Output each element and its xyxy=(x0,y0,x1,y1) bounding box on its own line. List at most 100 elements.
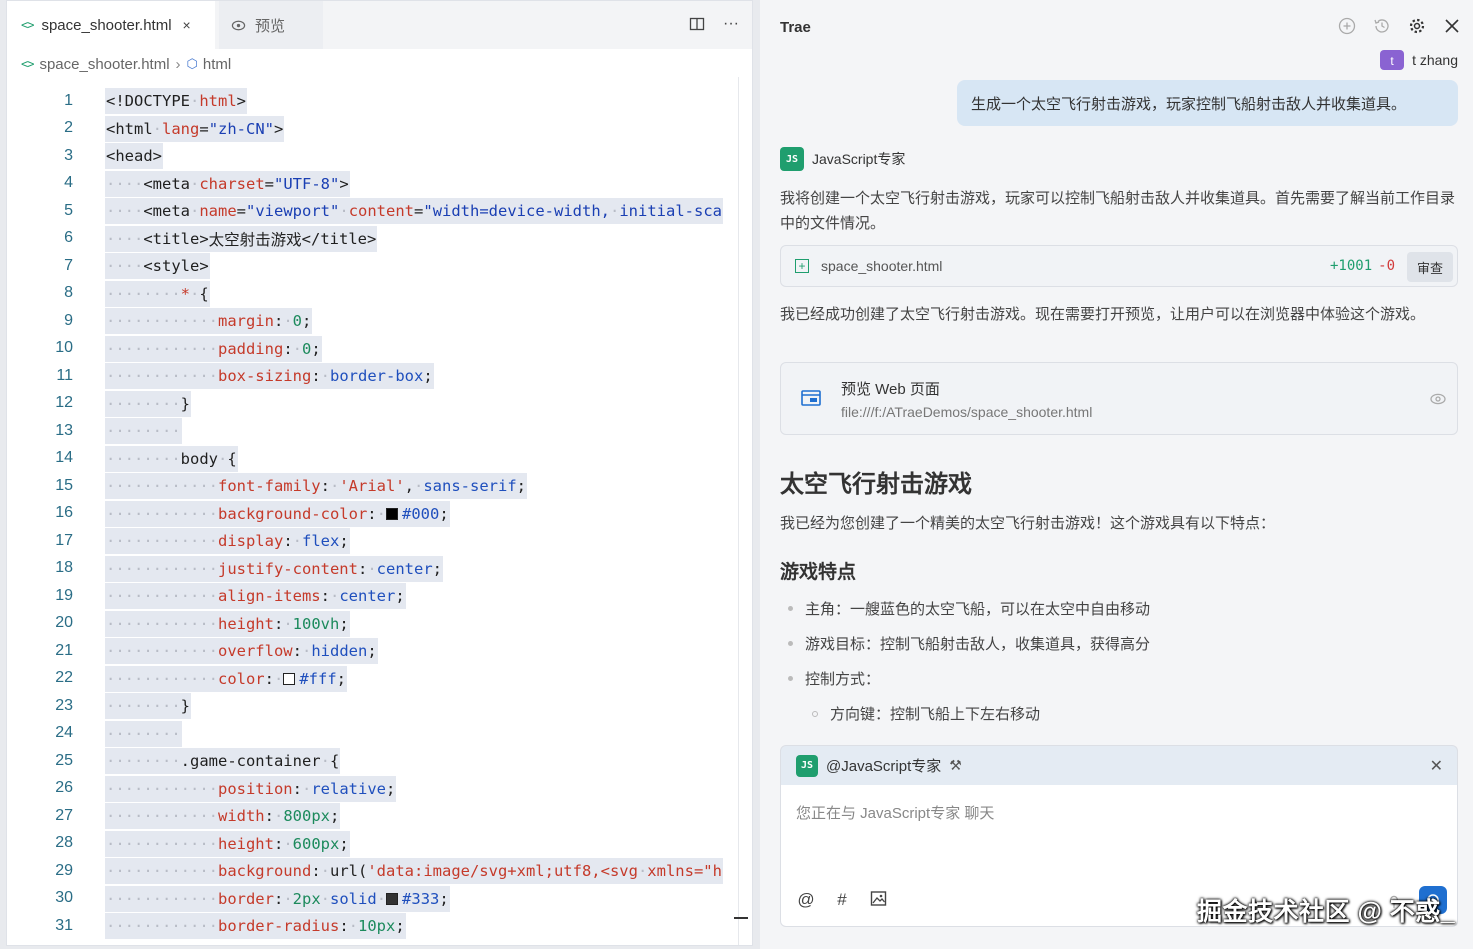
code-text[interactable]: ············ width: · 800px; xyxy=(105,803,341,829)
preview-web-card[interactable]: 预览 Web 页面 file:///f:/ATraeDemos/space_sh… xyxy=(780,362,1458,435)
image-icon[interactable] xyxy=(869,890,887,910)
tab-space-shooter[interactable]: <> space_shooter.html × xyxy=(7,1,215,49)
code-text[interactable]: ············ box-sizing: · border-box; xyxy=(105,363,434,389)
line-number: 23 xyxy=(55,696,73,714)
close-icon[interactable]: ✕ xyxy=(1430,756,1443,776)
line-number: 2 xyxy=(64,119,73,137)
line-number: 26 xyxy=(55,779,73,797)
code-line[interactable]: 23 ········} xyxy=(7,692,752,720)
code-line[interactable]: 26 ············ position: · relative; xyxy=(7,775,752,803)
code-text[interactable]: ············ border-radius: · 10px; xyxy=(105,913,406,939)
code-text[interactable]: ···· <meta · charset = "UTF-8" > xyxy=(105,170,350,197)
breadcrumb-file[interactable]: space_shooter.html xyxy=(39,56,169,73)
agent-tag[interactable]: @JavaScript专家 xyxy=(826,755,941,776)
code-line[interactable]: 12 ········} xyxy=(7,390,752,418)
history-icon[interactable] xyxy=(1373,17,1391,35)
code-text[interactable]: ············ justify-content: · center; xyxy=(105,555,443,582)
browser-window-icon xyxy=(801,389,821,407)
code-text[interactable]: ···· <style> xyxy=(105,253,210,279)
code-text[interactable]: ············ display: · flex; xyxy=(105,528,350,554)
code-text[interactable]: ········ body ·{ xyxy=(105,445,238,472)
code-text[interactable]: ············ overflow: · hidden; xyxy=(105,638,378,664)
editor-scrollbar[interactable] xyxy=(738,77,752,945)
code-text[interactable]: ············ height: · 600px; xyxy=(105,830,350,857)
code-line[interactable]: 27 ············ width: · 800px; xyxy=(7,802,752,830)
code-text[interactable]: ········ .game-container ·{ xyxy=(105,748,341,774)
line-number: 12 xyxy=(55,394,73,412)
code-line[interactable]: 5 ···· <meta · name = "viewport" · content = "widt… xyxy=(7,197,752,225)
code-line[interactable]: 30 ············ border: · 2px · solid · #333; xyxy=(7,885,752,913)
bot-message-2: 我已经成功创建了太空飞行射击游戏。现在需要打开预览，让用户可以在浏览器中体验这个… xyxy=(780,306,1426,323)
code-line[interactable]: 24 ········ xyxy=(7,720,752,748)
code-text[interactable]: ············ position: · relative; xyxy=(105,775,397,802)
code-line[interactable]: 4 ···· <meta · charset = "UTF-8" > xyxy=(7,170,752,198)
breadcrumb-node[interactable]: html xyxy=(203,56,231,73)
code-line[interactable]: 7 ···· <style> xyxy=(7,252,752,280)
code-text[interactable]: ········ * ·{ xyxy=(105,280,210,307)
code-line[interactable]: 3 <head> xyxy=(7,142,752,170)
code-text[interactable]: ············ align-items: · center; xyxy=(105,583,406,609)
mention-icon[interactable]: @ xyxy=(797,890,815,910)
code-line[interactable]: 21 ············ overflow: · hidden; xyxy=(7,637,752,665)
code-text[interactable]: ············ height: · 100vh; xyxy=(105,610,350,637)
code-text[interactable]: ···· <title> 太空射击游戏 </title> xyxy=(105,225,378,252)
code-line[interactable]: 20 ············ height: · 100vh; xyxy=(7,610,752,638)
code-line[interactable]: 13 ········ xyxy=(7,417,752,445)
code-text[interactable]: ············ font-family: · 'Arial', · sans-s… xyxy=(105,473,528,499)
code-line[interactable]: 6 ···· <title> 太空射击游戏 </title> xyxy=(7,225,752,253)
code-text[interactable]: ············ border: · 2px · solid · #333; xyxy=(105,885,450,912)
line-number: 31 xyxy=(55,916,73,934)
code-line[interactable]: 29 ············ background: · url('data:imag… xyxy=(7,857,752,885)
code-line[interactable]: 1 <!DOCTYPE · html > xyxy=(7,87,752,115)
tab-preview[interactable]: 预览 xyxy=(219,1,323,49)
file-change-card[interactable]: + space_shooter.html +1001 -0 审查 xyxy=(780,245,1458,287)
code-text[interactable]: ········} xyxy=(105,693,191,719)
tools-icon[interactable]: ⚒ xyxy=(949,757,962,774)
code-line[interactable]: 17 ············ display: · flex; xyxy=(7,527,752,555)
code-line[interactable]: 25 ········ .game-container ·{ xyxy=(7,747,752,775)
file-change-name[interactable]: space_shooter.html xyxy=(821,258,942,274)
line-number: 15 xyxy=(55,476,73,494)
code-line[interactable]: 11 ············ box-sizing: · border-box; xyxy=(7,362,752,390)
close-tab-icon[interactable]: × xyxy=(183,17,191,33)
code-text[interactable]: <!DOCTYPE · html > xyxy=(105,88,248,114)
code-text[interactable]: ············ background: · url('data:image/… xyxy=(105,858,723,884)
code-line[interactable]: 31 ············ border-radius: · 10px; xyxy=(7,912,752,940)
code-line[interactable]: 8 ········ * ·{ xyxy=(7,280,752,308)
code-line[interactable]: 14 ········ body ·{ xyxy=(7,445,752,473)
line-number: 22 xyxy=(55,669,73,687)
split-editor-icon[interactable] xyxy=(688,15,706,33)
code-text[interactable]: ···· <meta · name = "viewport" · content = "width… xyxy=(105,198,723,224)
code-text[interactable]: ········ xyxy=(105,720,182,747)
eye-icon[interactable] xyxy=(1429,391,1447,407)
code-line[interactable]: 16 ············ background-color: · #000; xyxy=(7,500,752,528)
code-line[interactable]: 22 ············ color: · #fff; xyxy=(7,665,752,693)
code-line[interactable]: 2 <html · lang = "zh-CN" > xyxy=(7,115,752,143)
code-text[interactable]: <head> xyxy=(105,143,163,169)
list-item: 主角：一艘蓝色的太空飞船，可以在太空中自由移动 xyxy=(788,598,1150,619)
code-area[interactable]: 1 <!DOCTYPE · html > 2 <html · lang = "zh-CN" > 3 <he… xyxy=(7,87,752,940)
close-icon[interactable] xyxy=(1443,17,1461,35)
new-chat-icon[interactable] xyxy=(1338,17,1356,35)
code-line[interactable]: 19 ············ align-items: · center; xyxy=(7,582,752,610)
hash-icon[interactable]: # xyxy=(833,890,851,910)
code-text[interactable]: ········} xyxy=(105,390,191,417)
code-line[interactable]: 18 ············ justify-content: · center; xyxy=(7,555,752,583)
response-intro: 我已经为您创建了一个精美的太空飞行射击游戏！这个游戏具有以下特点： xyxy=(780,515,1276,532)
code-text[interactable]: ········ xyxy=(105,418,182,444)
review-button[interactable]: 审查 xyxy=(1407,252,1453,282)
overview-ruler-marker xyxy=(734,917,748,919)
code-text[interactable]: ············ background-color: · #000; xyxy=(105,500,450,527)
code-text[interactable]: ············ padding: · 0; xyxy=(105,335,322,362)
code-line[interactable]: 10 ············ padding: · 0; xyxy=(7,335,752,363)
more-actions-icon[interactable]: ··· xyxy=(722,15,740,33)
code-text[interactable]: <html · lang = "zh-CN" > xyxy=(105,115,285,142)
code-text[interactable]: ············ color: · #fff; xyxy=(105,665,348,692)
code-line[interactable]: 15 ············ font-family: · 'Arial', · sans… xyxy=(7,472,752,500)
line-number: 21 xyxy=(55,641,73,659)
code-line[interactable]: 28 ············ height: · 600px; xyxy=(7,830,752,858)
code-text[interactable]: ············ margin: · 0; xyxy=(105,308,313,334)
code-line[interactable]: 9 ············ margin: · 0; xyxy=(7,307,752,335)
eye-icon xyxy=(231,17,247,33)
gear-icon[interactable] xyxy=(1408,17,1426,35)
